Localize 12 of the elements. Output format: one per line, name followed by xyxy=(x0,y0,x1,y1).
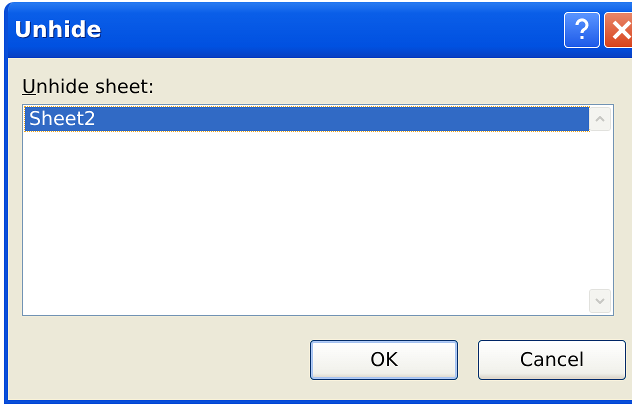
cancel-button[interactable]: Cancel xyxy=(478,340,626,380)
sheet-list[interactable]: Sheet2 xyxy=(22,104,614,316)
list-label: Unhide sheet: xyxy=(22,76,156,98)
close-icon xyxy=(611,19,632,41)
ok-button[interactable]: OK xyxy=(310,340,458,380)
help-button[interactable] xyxy=(564,12,600,48)
close-button[interactable] xyxy=(604,12,632,48)
window-title: Unhide xyxy=(14,18,102,42)
help-icon xyxy=(574,18,590,42)
chevron-down-icon xyxy=(595,298,605,304)
chevron-up-icon xyxy=(595,116,605,122)
list-item[interactable]: Sheet2 xyxy=(25,107,589,131)
